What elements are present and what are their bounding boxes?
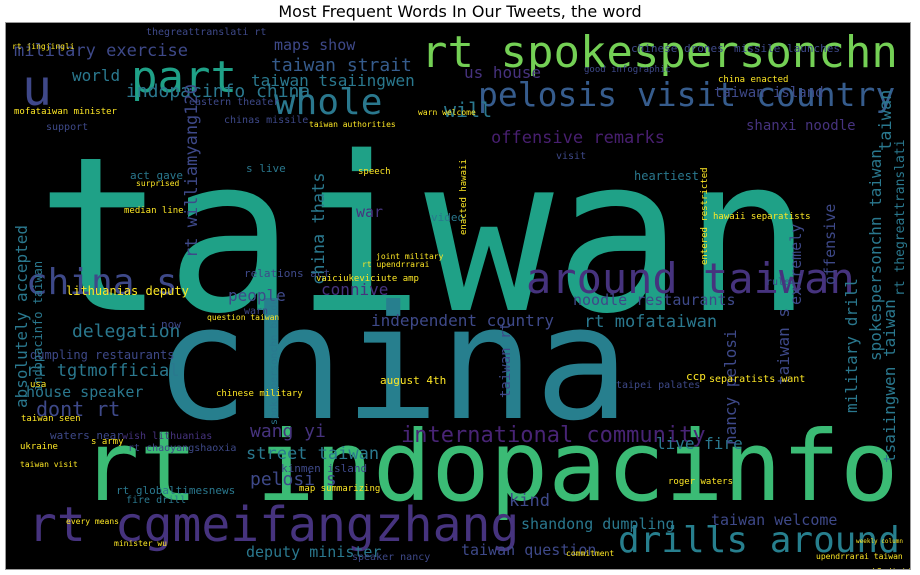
cloud-word: independent country bbox=[371, 311, 555, 330]
cloud-word: rt chaoyangshaoxia bbox=[128, 443, 237, 454]
cloud-word: absolutely accepted bbox=[12, 224, 31, 408]
cloud-word: war bbox=[356, 203, 384, 221]
cloud-word: entered restricted bbox=[700, 167, 710, 265]
chart-title: Most Frequent Words In Our Tweets, the w… bbox=[278, 2, 642, 21]
cloud-word: offensive remarks bbox=[491, 128, 665, 148]
cloud-word: roger waters bbox=[668, 477, 734, 487]
cloud-word: speech bbox=[358, 167, 391, 177]
cloud-word: hawaii separatists bbox=[713, 212, 811, 222]
cloud-word: every means bbox=[66, 517, 119, 526]
cloud-word: rt thegreattranslati bbox=[893, 139, 908, 296]
cloud-word: taiwan bbox=[876, 89, 896, 151]
cloud-word: taiwan island bbox=[714, 85, 824, 101]
cloud-word: kinmen island bbox=[281, 462, 368, 475]
cloud-word: rt jingjingli bbox=[12, 42, 75, 51]
cloud-word: street taiwan bbox=[246, 444, 380, 464]
cloud-word: shandong dumpling bbox=[521, 515, 675, 533]
cloud-word: pelosis visit country bbox=[478, 75, 896, 114]
cloud-word: weekly column bbox=[856, 538, 903, 545]
cloud-word: taiwan rt bbox=[498, 322, 514, 398]
cloud-word: taiwan authorities bbox=[309, 120, 396, 129]
cloud-word: rt williamyang120 bbox=[182, 84, 202, 258]
cloud-word: noodle restaurants bbox=[573, 291, 736, 309]
cloud-word: heartiest bbox=[634, 169, 700, 183]
cloud-word: separatists want bbox=[709, 374, 806, 385]
cloud-word: kind bbox=[509, 491, 550, 511]
cloud-word: rt tgtmofficial bbox=[26, 361, 180, 381]
cloud-word: commitment bbox=[566, 549, 615, 558]
cloud-word: overseaspk2 divide bbox=[829, 568, 910, 570]
cloud-word: s live bbox=[246, 162, 286, 175]
cloud-word: taiwan welcome bbox=[711, 511, 838, 529]
cloud-word: ukraine bbox=[20, 442, 58, 452]
cloud-word: surprised bbox=[136, 179, 180, 188]
cloud-word: us house bbox=[464, 63, 542, 82]
cloud-word: shanxi noodle bbox=[746, 118, 856, 134]
cloud-word: taipei palates bbox=[616, 380, 701, 391]
cloud-word: indopacinfo taiwan bbox=[31, 260, 45, 391]
cloud-word: warn welcome bbox=[418, 108, 476, 117]
cloud-word: s army bbox=[91, 437, 124, 447]
cloud-word: fire drill bbox=[126, 495, 187, 506]
cloud-word: u bbox=[22, 59, 53, 117]
cloud-word: maps show bbox=[274, 36, 356, 54]
cloud-word: thegreattranslati rt bbox=[146, 27, 267, 38]
cloud-word: missile launches bbox=[734, 42, 840, 55]
word-cloud: taiwan china rt indopacinfo rt spokesperson… bbox=[5, 22, 911, 570]
cloud-word: eastern theater bbox=[189, 97, 280, 108]
cloud-word: mofataiwan minister bbox=[14, 107, 117, 117]
cloud-word: joint military bbox=[376, 252, 444, 261]
cloud-word: military drill bbox=[842, 278, 861, 413]
cloud-word: extremely bbox=[787, 223, 805, 305]
cloud-word: speaker nancy bbox=[352, 552, 431, 563]
cloud-word: support bbox=[46, 122, 89, 133]
cloud-word: china enacted bbox=[718, 75, 789, 85]
cloud-word: august 4th bbox=[380, 374, 447, 387]
cloud-word: offensive bbox=[821, 203, 839, 285]
cloud-word: tsaiingwen taiwan bbox=[880, 299, 899, 463]
cloud-word: chinas missile bbox=[224, 115, 309, 126]
cloud-word: visit bbox=[556, 151, 587, 162]
cloud-word: vaiciukeviciute amp bbox=[316, 274, 419, 284]
cloud-word: wish lithuanias bbox=[122, 431, 213, 442]
cloud-word: minister wu bbox=[114, 539, 167, 548]
cloud-word: world bbox=[72, 66, 121, 85]
cloud-word: taiwan seen bbox=[21, 414, 81, 424]
cloud-word: rule bbox=[766, 277, 791, 288]
cloud-word: good infographic bbox=[584, 65, 671, 75]
cloud-word: lithuanias deputy bbox=[66, 284, 189, 298]
cloud-word: taiwan visit bbox=[20, 460, 78, 469]
cloud-word: chinese drones bbox=[631, 42, 724, 55]
cloud-word: wang yi bbox=[250, 421, 326, 442]
cloud-word: warn bbox=[244, 306, 269, 317]
cloud-word: median line bbox=[124, 206, 184, 216]
cloud-word: dumpling restaurants bbox=[30, 348, 175, 362]
cloud-word: upendrrarai taiwan bbox=[816, 552, 903, 561]
cloud-word: now bbox=[161, 318, 181, 331]
cloud-word: chinese military bbox=[216, 389, 303, 399]
cloud-word: enacted hawaii bbox=[459, 159, 469, 235]
cloud-word: connive bbox=[321, 280, 389, 299]
cloud-word: map summarizing bbox=[299, 484, 381, 494]
cloud-word: rt upendrrarai bbox=[362, 260, 430, 269]
cloud-word: nancy pelosi bbox=[721, 329, 740, 445]
cloud-word: china thats bbox=[309, 172, 329, 285]
cloud-word: usa bbox=[30, 380, 47, 390]
cloud-word: rt mofataiwan bbox=[584, 312, 718, 332]
